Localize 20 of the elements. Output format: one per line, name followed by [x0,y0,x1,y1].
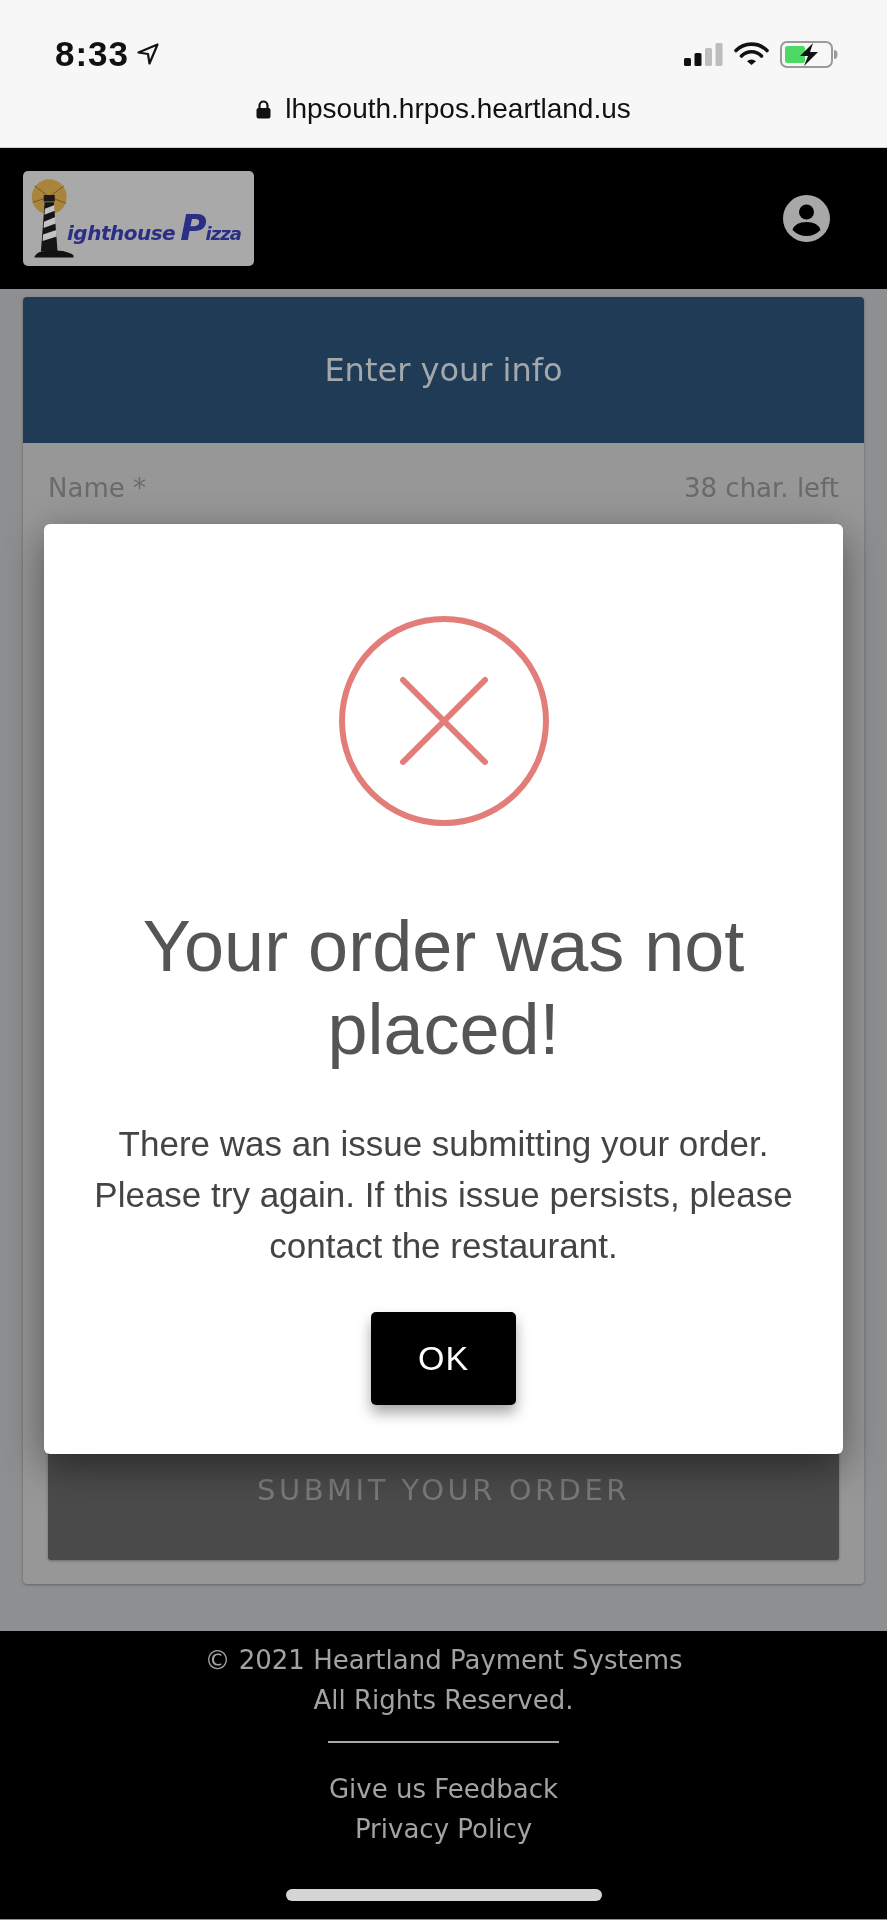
footer-link[interactable]: Give us Feedback [328,1769,559,1809]
dialog-message: There was an issue submitting your order. Please try again. If this issue persists, please contact the restaurant. [93,1123,794,1267]
wifi-icon [734,42,769,66]
url-text[interactable]: lhpsouth.hrpos.heartland.us [285,91,631,127]
logo-text: ighthouse [67,220,176,246]
location-arrow-icon [137,43,160,65]
rights-text: All Rights Reserved. [313,1684,574,1717]
error-icon [337,615,550,827]
signal-icon [684,42,723,66]
clock-time: 8:33 [55,33,130,75]
form-title: Enter your info [324,350,563,390]
battery-icon [780,40,838,68]
logo-text: Pizza [180,206,242,250]
account-icon[interactable] [783,195,830,242]
copyright-text: © 2021 Heartland Payment Systems [204,1644,683,1677]
logo[interactable]: ighthouse Pizza [23,171,254,266]
dialog-title: Your order was not placed! [141,905,746,1071]
footer-link[interactable]: Privacy Policy [354,1809,533,1849]
ok-button[interactable]: OK [371,1312,516,1405]
lock-icon [256,99,272,119]
